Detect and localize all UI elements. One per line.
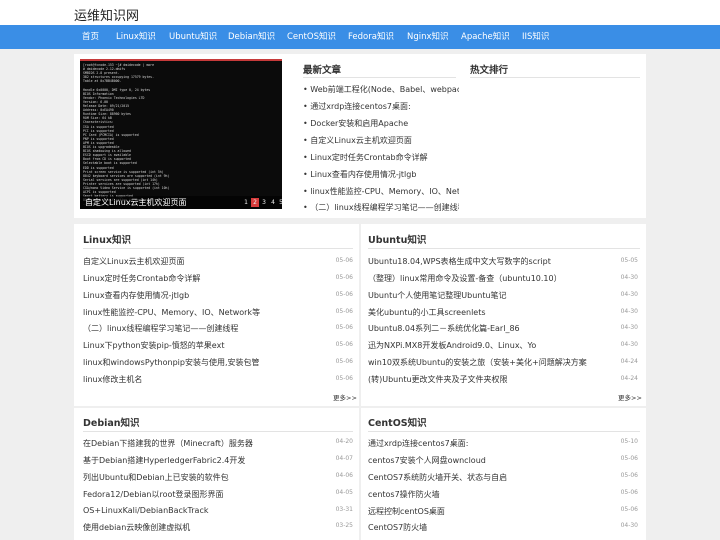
nav-item-centos[interactable]: CentOS知识 (287, 25, 336, 49)
linux-item[interactable]: 自定义Linux云主机欢迎页面 (83, 256, 328, 267)
slider-dot[interactable]: 1 (242, 198, 250, 207)
linux-item-date: 05-06 (335, 308, 353, 315)
latest-item[interactable]: • Web前端工程化(Node、Babel、webpack、 (303, 84, 459, 95)
ubuntu-divider (368, 248, 640, 249)
ubuntu-item[interactable]: Ubuntu8.04系列二－系统优化篇-Earl_86 (368, 323, 612, 334)
debian-item-date: 04-06 (335, 472, 353, 479)
centos-item-date: 05-06 (620, 506, 638, 513)
linux-item-date: 05-06 (335, 375, 353, 382)
debian-item[interactable]: 使用debian云映像创建虚拟机 (83, 522, 328, 533)
linux-item[interactable]: Linux定时任务Crontab命令详解 (83, 273, 328, 284)
terminal-line: Table at 0x7BB4B000. (83, 79, 122, 84)
linux-item-date: 05-06 (335, 341, 353, 348)
linux-item[interactable]: （二）linux线程编程学习笔记——创建线程 (83, 323, 328, 334)
ubuntu-item[interactable]: 美化ubuntu的小工具screenlets (368, 307, 612, 318)
debian-item[interactable]: OS+LinuxKali/DebianBackTrack (83, 506, 328, 515)
nav-item-linux[interactable]: Linux知识 (116, 25, 156, 49)
slider-dot[interactable]: 3 (260, 198, 268, 207)
ubuntu-item-date: 05-05 (620, 257, 638, 264)
centos-divider (368, 431, 640, 432)
slider-dot[interactable]: 4 (269, 198, 277, 207)
latest-item[interactable]: • Linux定时任务Crontab命令详解 (303, 152, 459, 163)
hot-divider (470, 77, 640, 78)
linux-item[interactable]: Linux下python安装pip-憤怒的苹果ext (83, 340, 328, 351)
latest-item[interactable]: • Docker安装和启用Apache (303, 118, 459, 129)
centos-item-date: 04-30 (620, 522, 638, 529)
slider-caption[interactable]: 自定义Linux云主机欢迎页面 (85, 197, 187, 208)
ubuntu-item-date: 04-30 (620, 324, 638, 331)
debian-item-date: 03-25 (335, 522, 353, 529)
centos-item-date: 05-10 (620, 438, 638, 445)
debian-item[interactable]: 在Debian下搭建我的世界（Minecraft）服务器 (83, 438, 328, 449)
linux-item[interactable]: linux修改主机名 (83, 374, 328, 385)
linux-item[interactable]: Linux查看内存使用情况-jtlgb (83, 290, 328, 301)
nav-item-home[interactable]: 首页 (82, 25, 99, 49)
latest-item[interactable]: • 通过xrdp连接centos7桌面: (303, 101, 459, 112)
debian-item[interactable]: 基于Debian搭建HyperledgerFabric2.4开发 (83, 455, 328, 466)
centos-item[interactable]: 远程控制centOS桌面 (368, 506, 612, 517)
ubuntu-item-date: 04-30 (620, 341, 638, 348)
debian-item-date: 03-31 (335, 506, 353, 513)
ubuntu-item[interactable]: （整理）linux常用命令及设置-备查（ubuntu10.10） (368, 273, 612, 284)
debian-divider (83, 431, 353, 432)
slider-caption-bar: 自定义Linux云主机欢迎页面 1 2 3 4 5 (80, 196, 284, 209)
latest-item[interactable]: • （二）linux线程编程学习笔记——创建线程 (303, 202, 459, 213)
linux-more-link[interactable]: 更多>> (333, 392, 357, 402)
ubuntu-item-date: 04-30 (620, 291, 638, 298)
linux-item[interactable]: linux和windowsPythonpip安装与使用,安装包管 (83, 357, 328, 368)
latest-item[interactable]: • 自定义Linux云主机欢迎页面 (303, 135, 459, 146)
ubuntu-more-link[interactable]: 更多>> (618, 392, 642, 402)
ubuntu-section-title[interactable]: Ubuntu知识 (368, 232, 426, 246)
linux-item-date: 05-06 (335, 324, 353, 331)
debian-item-date: 04-05 (335, 489, 353, 496)
ubuntu-item-date: 04-24 (620, 358, 638, 365)
ubuntu-item-date: 04-24 (620, 375, 638, 382)
linux-item-date: 05-06 (335, 257, 353, 264)
linux-item[interactable]: linux性能监控-CPU、Memory、IO、Network等 (83, 307, 328, 318)
centos-item[interactable]: centos7操作防火墙 (368, 489, 612, 500)
centos-item[interactable]: 通过xrdp连接centos7桌面: (368, 438, 612, 449)
latest-divider (303, 77, 456, 78)
latest-item[interactable]: • linux性能监控-CPU、Memory、IO、Netw (303, 186, 459, 197)
debian-item[interactable]: 列出Ubuntu和Debian上已安装的软件包 (83, 472, 328, 483)
centos-item-date: 05-06 (620, 472, 638, 479)
centos-item[interactable]: CentOS7系统防火墙开关、状态与自启 (368, 472, 612, 483)
nav-item-ubuntu[interactable]: Ubuntu知识 (169, 25, 217, 49)
ubuntu-item[interactable]: win10双系统Ubuntu的安装之旅（安装+美化+问题解决方案 (368, 357, 612, 368)
slider-dot[interactable]: 5 (278, 198, 284, 207)
slider-dot-active[interactable]: 2 (251, 198, 259, 207)
ubuntu-item-date: 04-30 (620, 274, 638, 281)
nav-item-fedora[interactable]: Fedora知识 (348, 25, 394, 49)
centos-section-title[interactable]: CentOS知识 (368, 415, 427, 429)
ubuntu-item[interactable]: (转)Ubuntu更改文件夹及子文件夹权限 (368, 374, 612, 385)
ubuntu-item[interactable]: Ubuntu18.04,WPS表格生成中文大写数字的script (368, 256, 612, 267)
centos-item[interactable]: CentOS7防火墙 (368, 522, 612, 533)
ubuntu-item[interactable]: Ubuntu个人使用笔记整理Ubuntu笔记 (368, 290, 612, 301)
centos-item-date: 05-06 (620, 455, 638, 462)
latest-title: 最新文章 (303, 65, 342, 76)
site-title[interactable]: 运维知识网 (74, 5, 139, 24)
centos-item[interactable]: centos7安装个人网盘owncloud (368, 455, 612, 466)
centos-item-date: 05-06 (620, 489, 638, 496)
nav-item-nginx[interactable]: Nginx知识 (407, 25, 449, 49)
linux-section-title[interactable]: Linux知识 (83, 232, 131, 246)
hot-title: 热文排行 (470, 65, 509, 76)
linux-item-date: 05-06 (335, 291, 353, 298)
nav-item-apache[interactable]: Apache知识 (461, 25, 510, 49)
linux-item-date: 05-06 (335, 274, 353, 281)
slider-image[interactable]: [root@fcnode-153 ~]# dmidecode | more # d… (80, 59, 282, 209)
linux-divider (83, 248, 353, 249)
debian-item-date: 04-20 (335, 438, 353, 445)
debian-item[interactable]: Fedora12/Debian以root登录图形界面 (83, 489, 328, 500)
debian-section-title[interactable]: Debian知识 (83, 415, 140, 429)
linux-item-date: 05-06 (335, 358, 353, 365)
site-header: 运维知识网 (0, 0, 720, 25)
latest-item[interactable]: • Linux查看内存使用情况-jtlgb (303, 169, 459, 180)
ubuntu-item[interactable]: 迅为NXPi.MX8开发板Android9.0、Linux、Yo (368, 340, 612, 351)
debian-item-date: 04-07 (335, 455, 353, 462)
main-nav: 首页 Linux知识 Ubuntu知识 Debian知识 CentOS知识 Fe… (0, 25, 720, 49)
ubuntu-item-date: 04-30 (620, 308, 638, 315)
nav-item-iis[interactable]: IIS知识 (522, 25, 549, 49)
nav-item-debian[interactable]: Debian知识 (228, 25, 275, 49)
